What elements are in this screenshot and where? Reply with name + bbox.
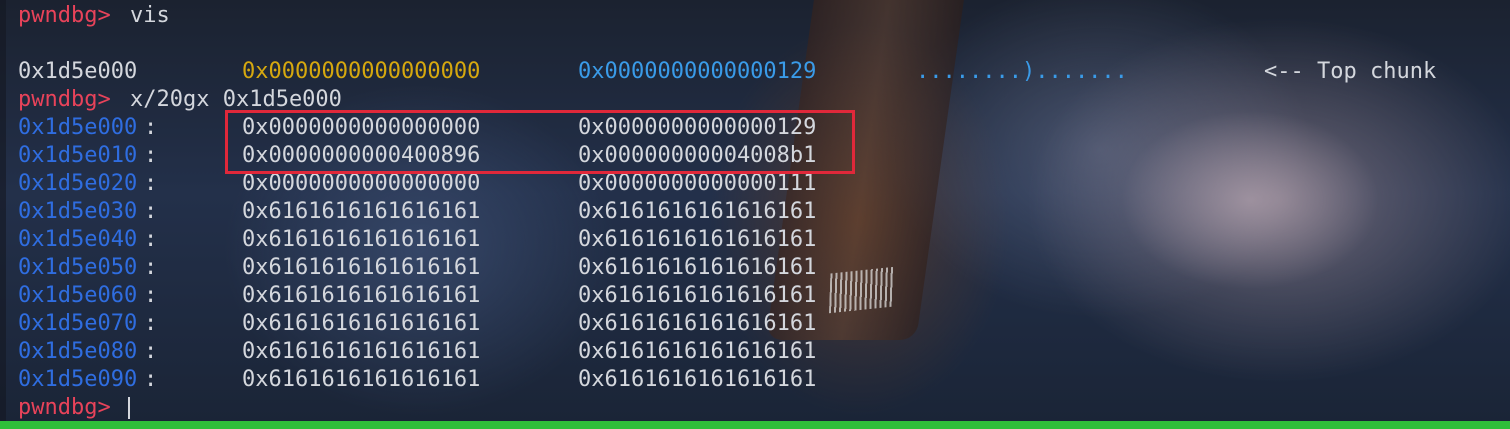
memory-qword-2: 0x6161616161616161: [578, 227, 817, 252]
memory-qword-1: 0x0000000000000000: [242, 115, 481, 140]
vis-ascii: ........).......: [916, 59, 1128, 84]
memory-qword-1: 0x6161616161616161: [242, 311, 481, 336]
memory-qword-1: 0x6161616161616161: [242, 339, 481, 364]
wallpaper-barcode: [829, 266, 895, 314]
vis-output-line: 0x1d5e000 0x0000000000000000 0x000000000…: [18, 58, 1436, 86]
address-separator: :: [144, 311, 158, 336]
address-separator: :: [144, 367, 158, 392]
vis-qword-1: 0x0000000000000000: [242, 59, 481, 84]
vis-address: 0x1d5e000: [18, 59, 138, 84]
memory-address: 0x1d5e000: [18, 115, 138, 140]
memory-qword-1: 0x6161616161616161: [242, 283, 481, 308]
command-line-vis: pwndbg> vis: [18, 2, 170, 30]
memory-qword-2: 0x6161616161616161: [578, 339, 817, 364]
address-separator: :: [144, 283, 158, 308]
address-separator: :: [144, 143, 158, 168]
memory-qword-1: 0x0000000000400896: [242, 143, 481, 168]
memory-address: 0x1d5e080: [18, 339, 138, 364]
command-line-current[interactable]: pwndbg>: [18, 394, 130, 422]
memory-address: 0x1d5e030: [18, 199, 138, 224]
wallpaper-glow: [1120, 110, 1380, 290]
memory-qword-1: 0x0000000000000000: [242, 171, 481, 196]
memory-address: 0x1d5e040: [18, 227, 138, 252]
prompt: pwndbg>: [18, 3, 111, 28]
memory-qword-2: 0x6161616161616161: [578, 255, 817, 280]
memory-address: 0x1d5e020: [18, 171, 138, 196]
address-separator: :: [144, 199, 158, 224]
memory-qword-1: 0x6161616161616161: [242, 367, 481, 392]
vis-qword-2: 0x0000000000000129: [578, 59, 817, 84]
memory-qword-2: 0x6161616161616161: [578, 367, 817, 392]
prompt: pwndbg>: [18, 395, 111, 420]
memory-qword-1: 0x6161616161616161: [242, 199, 481, 224]
address-separator: :: [144, 171, 158, 196]
memory-qword-2: 0x00000000004008b1: [578, 143, 817, 168]
address-separator: :: [144, 115, 158, 140]
memory-qword-2: 0x0000000000000111: [578, 171, 817, 196]
command-text: vis: [130, 3, 170, 28]
status-bar: [0, 421, 1510, 429]
memory-address: 0x1d5e060: [18, 283, 138, 308]
command-line-examine: pwndbg> x/20gx 0x1d5e000: [18, 86, 342, 114]
cursor: [124, 394, 130, 422]
memory-qword-1: 0x6161616161616161: [242, 227, 481, 252]
memory-address: 0x1d5e090: [18, 367, 138, 392]
command-text: x/20gx 0x1d5e000: [130, 87, 342, 112]
address-separator: :: [144, 255, 158, 280]
memory-address: 0x1d5e050: [18, 255, 138, 280]
top-chunk-annotation: <-- Top chunk: [1264, 59, 1437, 84]
prompt: pwndbg>: [18, 87, 111, 112]
terminal-gutter: [0, 0, 6, 421]
memory-address: 0x1d5e070: [18, 311, 138, 336]
memory-qword-2: 0x6161616161616161: [578, 199, 817, 224]
memory-qword-1: 0x6161616161616161: [242, 255, 481, 280]
address-separator: :: [144, 339, 158, 364]
memory-address: 0x1d5e010: [18, 143, 138, 168]
address-separator: :: [144, 227, 158, 252]
memory-qword-2: 0x6161616161616161: [578, 283, 817, 308]
memory-qword-2: 0x6161616161616161: [578, 311, 817, 336]
memory-qword-2: 0x0000000000000129: [578, 115, 817, 140]
